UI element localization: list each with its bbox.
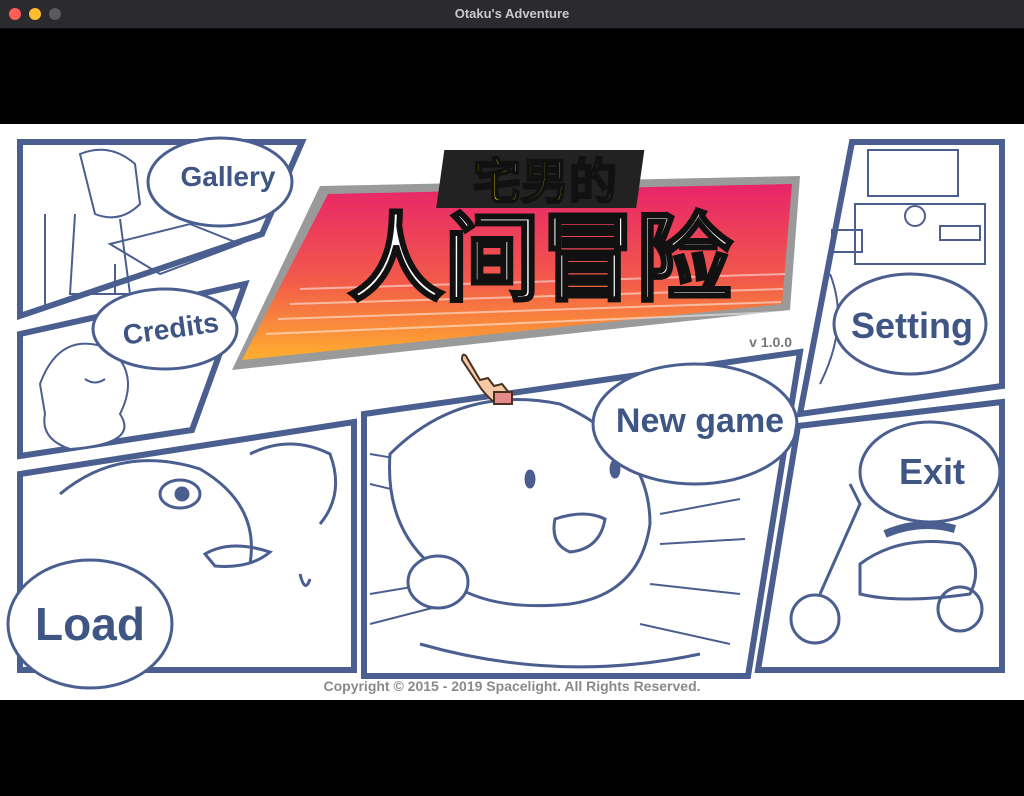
setting-label: Setting [851, 305, 973, 346]
credits-button[interactable]: Credits [17, 279, 250, 460]
gallery-label: Gallery [181, 161, 276, 192]
title-screen: Gallery Credits Load New game Setting Ex… [0, 124, 1024, 700]
new-game-button[interactable]: New game [361, 348, 804, 679]
load-button[interactable]: Load [6, 418, 357, 690]
exit-button[interactable]: Exit [754, 398, 1005, 673]
comic-panels: Gallery Credits Load New game Setting Ex… [6, 136, 1005, 690]
blob-character-illustration [38, 342, 129, 451]
copyright-notice: Copyright © 2015 - 2019 Spacelight. All … [323, 678, 701, 694]
logo-subtitle: 宅男的 [473, 154, 617, 210]
window-titlebar: Otaku's Adventure [0, 0, 1024, 29]
new-game-label: New game [616, 402, 784, 440]
letterbox-bottom [0, 700, 1024, 796]
logo-main-title: 人间冒险 [348, 203, 733, 315]
window-title: Otaku's Adventure [454, 6, 570, 21]
load-label: Load [35, 598, 145, 650]
game-logo: 人间冒险 宅男的 [232, 150, 800, 370]
version-label: v 1.0.0 [749, 334, 792, 350]
exit-label: Exit [899, 451, 965, 492]
letterbox-top [0, 29, 1024, 124]
setting-button[interactable]: Setting [796, 139, 1005, 418]
